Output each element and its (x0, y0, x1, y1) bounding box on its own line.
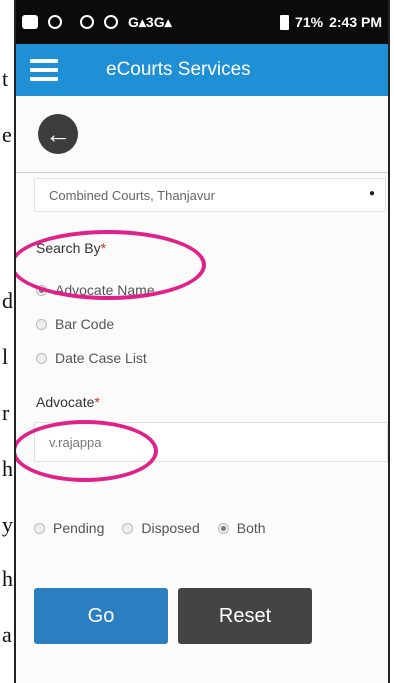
background-text-letter: y (2, 512, 13, 537)
radio-unchecked-icon (122, 522, 134, 534)
network-signal: G▴3G▴ (128, 13, 172, 30)
background-text-letter: a (2, 622, 12, 647)
radio-label: Pending (53, 520, 105, 536)
sync-icon (80, 15, 94, 29)
radio-disposed[interactable]: Disposed (122, 520, 200, 536)
status-bar: G▴3G▴ 71% 2:43 PM (16, 0, 388, 44)
radio-date-case-list[interactable]: Date Case List (36, 350, 147, 366)
advocate-label: Advocate* (36, 394, 100, 410)
reset-button[interactable]: Reset (178, 588, 312, 644)
background-text-letter: l (2, 344, 9, 369)
background-text-letter: h (2, 566, 13, 591)
highlight-ellipse-search-by (16, 230, 206, 300)
court-complex-select[interactable]: Combined Courts, Thanjavur ● (34, 178, 386, 212)
message-icon (22, 15, 38, 29)
background-text-letter: e (2, 122, 12, 147)
radio-label: Both (236, 520, 266, 536)
radio-unchecked-icon (34, 522, 45, 534)
case-status-radio-group: Pending Disposed Both (34, 520, 266, 536)
background-text-letter: h (2, 456, 13, 481)
clock: 2:43 PM (329, 14, 382, 30)
app-title: eCourts Services (106, 59, 251, 80)
menu-icon[interactable] (30, 59, 58, 81)
court-complex-value: Combined Courts, Thanjavur (49, 187, 215, 203)
background-text-letter: r (2, 400, 10, 425)
divider (16, 172, 388, 173)
radio-label: Disposed (141, 520, 200, 536)
highlight-ellipse-advocate (16, 420, 158, 482)
radio-unchecked-icon (36, 352, 47, 364)
back-arrow-icon[interactable]: ← (38, 114, 78, 154)
radio-pending[interactable]: Pending (34, 520, 104, 536)
background-text-letter: d (2, 288, 13, 313)
app-notification-icon (48, 15, 62, 29)
radio-both[interactable]: Both (217, 520, 266, 536)
battery-percent: 71% (295, 14, 324, 30)
radio-checked-icon (217, 522, 229, 534)
radio-bar-code[interactable]: Bar Code (36, 316, 114, 332)
app-bar: eCourts Services (16, 44, 388, 96)
go-button[interactable]: Go (34, 588, 168, 644)
battery-icon (280, 14, 290, 30)
background-text-letter: t (2, 66, 9, 91)
radio-unchecked-icon (36, 318, 47, 330)
phone-screen: G▴3G▴ 71% 2:43 PM eCourts Services ← Com… (14, 0, 390, 683)
radio-label: Date Case List (55, 350, 147, 366)
dropdown-icon: ● (368, 188, 375, 199)
alarm-icon (104, 15, 118, 29)
radio-label: Bar Code (55, 316, 115, 332)
